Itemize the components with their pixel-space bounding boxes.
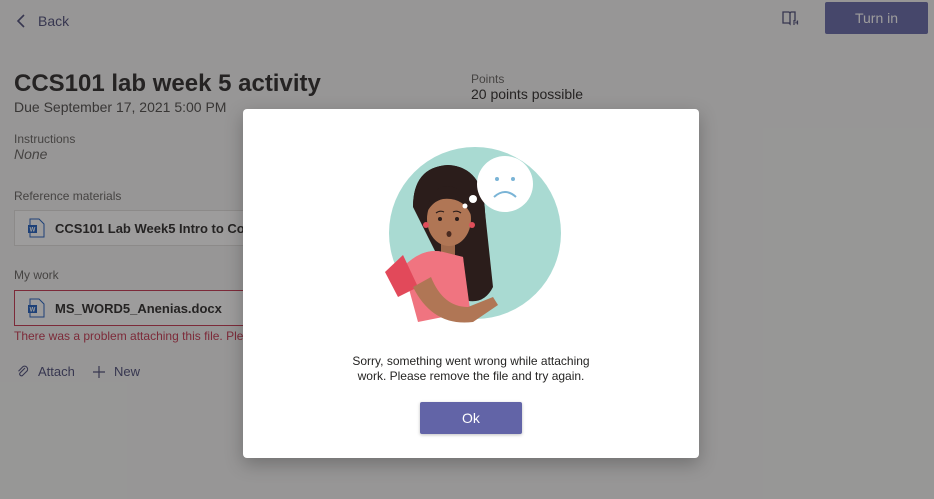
error-message-line2: work. Please remove the file and try aga… (357, 369, 585, 383)
error-message-line1: Sorry, something went wrong while attach… (352, 354, 590, 368)
error-dialog: Sorry, something went wrong while attach… (243, 109, 699, 458)
ok-button[interactable]: Ok (420, 402, 522, 434)
sad-woman-illustration (385, 147, 561, 323)
error-message: Sorry, something went wrong while attach… (243, 354, 699, 384)
